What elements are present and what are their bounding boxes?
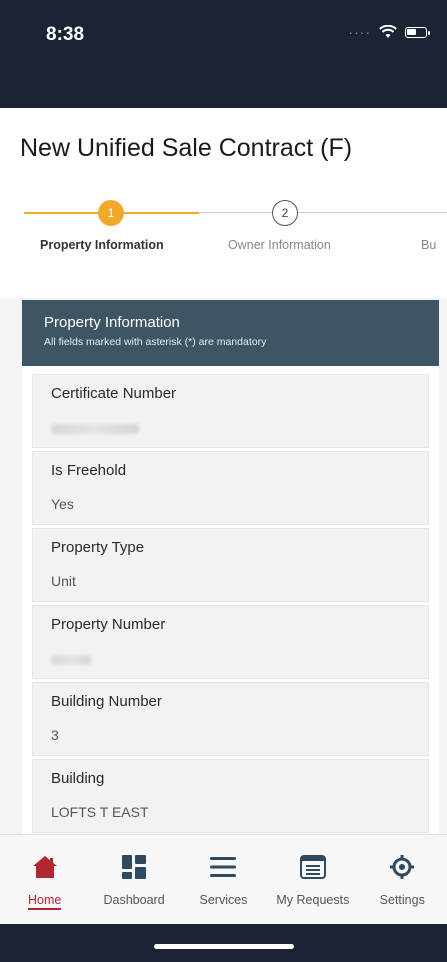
section-subtitle: All fields marked with asterisk (*) are … bbox=[44, 336, 267, 348]
field-value: Unit bbox=[51, 573, 76, 589]
field-building-number[interactable]: Building Number 3 bbox=[32, 682, 429, 756]
tab-label: Home bbox=[28, 893, 62, 910]
step-2-indicator[interactable]: 2 bbox=[272, 200, 298, 226]
tab-dashboard[interactable]: Dashboard bbox=[90, 853, 178, 924]
field-value: Yes bbox=[51, 496, 74, 512]
step-2-label[interactable]: Owner Information bbox=[228, 238, 331, 252]
page-title: New Unified Sale Contract (F) bbox=[20, 134, 353, 162]
field-label: Is Freehold bbox=[51, 462, 127, 479]
title-area: New Unified Sale Contract (F) 1 2 Proper… bbox=[0, 108, 447, 298]
tab-my-requests[interactable]: My Requests bbox=[269, 853, 357, 924]
tab-home[interactable]: Home bbox=[1, 853, 89, 924]
field-is-freehold[interactable]: Is Freehold Yes bbox=[32, 451, 429, 525]
tab-label: Dashboard bbox=[103, 893, 165, 907]
tab-bar: Home Dashboard Services My Requests Sett… bbox=[0, 834, 447, 924]
requests-icon bbox=[299, 853, 327, 881]
field-value: LOFTS T EAST bbox=[51, 804, 149, 820]
tab-label: Services bbox=[199, 893, 248, 907]
step-1-indicator[interactable]: 1 bbox=[98, 200, 124, 226]
field-property-number[interactable]: Property Number bbox=[32, 605, 429, 679]
battery-icon bbox=[405, 26, 430, 38]
tab-label: Settings bbox=[379, 893, 425, 907]
field-value-redacted bbox=[51, 424, 139, 434]
field-label: Building Number bbox=[51, 693, 162, 710]
field-label: Property Number bbox=[51, 616, 166, 633]
home-indicator[interactable] bbox=[154, 944, 294, 949]
field-building[interactable]: Building LOFTS T EAST bbox=[32, 759, 429, 833]
tab-label: My Requests bbox=[276, 893, 350, 907]
field-label: Property Type bbox=[51, 539, 145, 556]
section-header: Property Information All fields marked w… bbox=[22, 300, 439, 366]
field-label: Certificate Number bbox=[51, 385, 177, 402]
home-icon bbox=[31, 853, 59, 881]
field-value-redacted bbox=[51, 655, 91, 665]
field-property-type[interactable]: Property Type Unit bbox=[32, 528, 429, 602]
wifi-icon bbox=[379, 25, 397, 38]
property-fields: Certificate Number Is Freehold Yes Prope… bbox=[22, 366, 439, 834]
gear-icon bbox=[388, 853, 416, 881]
field-label: Building bbox=[51, 770, 105, 787]
status-bar: 8:38 ···· bbox=[0, 0, 447, 108]
step-3-label[interactable]: Bu bbox=[421, 238, 436, 252]
menu-icon bbox=[209, 853, 237, 881]
home-indicator-area bbox=[0, 924, 447, 962]
status-icons: ···· bbox=[348, 24, 430, 40]
field-value: 3 bbox=[51, 727, 59, 743]
status-time: 8:38 bbox=[46, 24, 85, 45]
field-certificate-number[interactable]: Certificate Number bbox=[32, 374, 429, 448]
stepper: 1 2 Property Information Owner Informati… bbox=[0, 188, 447, 268]
tab-services[interactable]: Services bbox=[179, 853, 267, 924]
tab-settings[interactable]: Settings bbox=[358, 853, 446, 924]
signal-dots-icon: ···· bbox=[348, 24, 371, 40]
stepper-line bbox=[199, 212, 447, 213]
dashboard-icon bbox=[120, 853, 148, 881]
step-1-label[interactable]: Property Information bbox=[40, 238, 164, 252]
section-title: Property Information bbox=[44, 314, 180, 331]
